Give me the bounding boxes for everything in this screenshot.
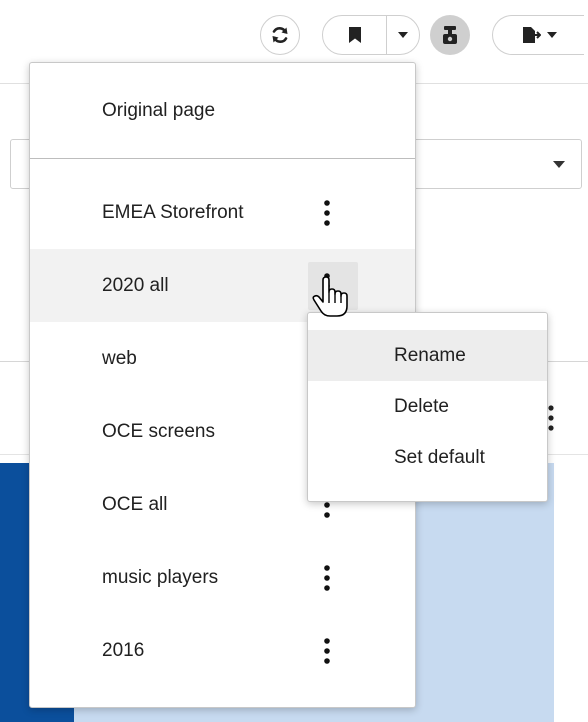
refresh-icon xyxy=(272,27,288,43)
delete-menu-item[interactable]: Delete xyxy=(308,381,547,432)
menu-item-label: music players xyxy=(102,566,219,588)
menu-item-label: Set default xyxy=(394,446,485,468)
menu-item-bookmark[interactable]: EMEA Storefront xyxy=(30,176,415,249)
hand-pointer-icon xyxy=(443,26,457,44)
menu-item-label: EMEA Storefront xyxy=(102,201,244,223)
bookmark-options-menu: Rename Delete Set default xyxy=(307,312,548,502)
refresh-button[interactable] xyxy=(260,15,300,55)
chevron-down-icon xyxy=(398,32,408,38)
export-button[interactable] xyxy=(492,15,584,55)
menu-item-label: 2016 xyxy=(102,639,145,661)
bookmark-button[interactable] xyxy=(323,16,386,54)
more-options-icon[interactable] xyxy=(323,199,331,226)
hand-pointer-cursor-icon xyxy=(312,276,348,317)
menu-divider xyxy=(30,158,415,159)
more-options-icon[interactable] xyxy=(323,637,331,664)
menu-item-label: Rename xyxy=(394,344,466,366)
more-options-icon[interactable] xyxy=(323,564,331,591)
rename-menu-item[interactable]: Rename xyxy=(308,330,547,381)
select-tool-button[interactable] xyxy=(430,15,470,55)
export-icon xyxy=(522,27,541,43)
menu-item-label: Original page xyxy=(102,99,216,121)
menu-item-label: 2020 all xyxy=(102,274,169,296)
menu-item-label: Delete xyxy=(394,395,449,417)
bookmark-menu-button[interactable] xyxy=(386,16,419,54)
chevron-down-icon[interactable] xyxy=(553,161,565,168)
menu-item-bookmark[interactable]: music players xyxy=(30,541,415,614)
bookmark-icon xyxy=(348,27,361,43)
menu-item-bookmark[interactable]: 2016 xyxy=(30,614,415,687)
card-more-icon[interactable] xyxy=(548,405,554,431)
bookmark-split-button[interactable] xyxy=(322,15,420,55)
set-default-menu-item[interactable]: Set default xyxy=(308,432,547,483)
menu-item-original-page[interactable]: Original page xyxy=(30,63,415,158)
chevron-down-icon[interactable] xyxy=(546,32,557,38)
